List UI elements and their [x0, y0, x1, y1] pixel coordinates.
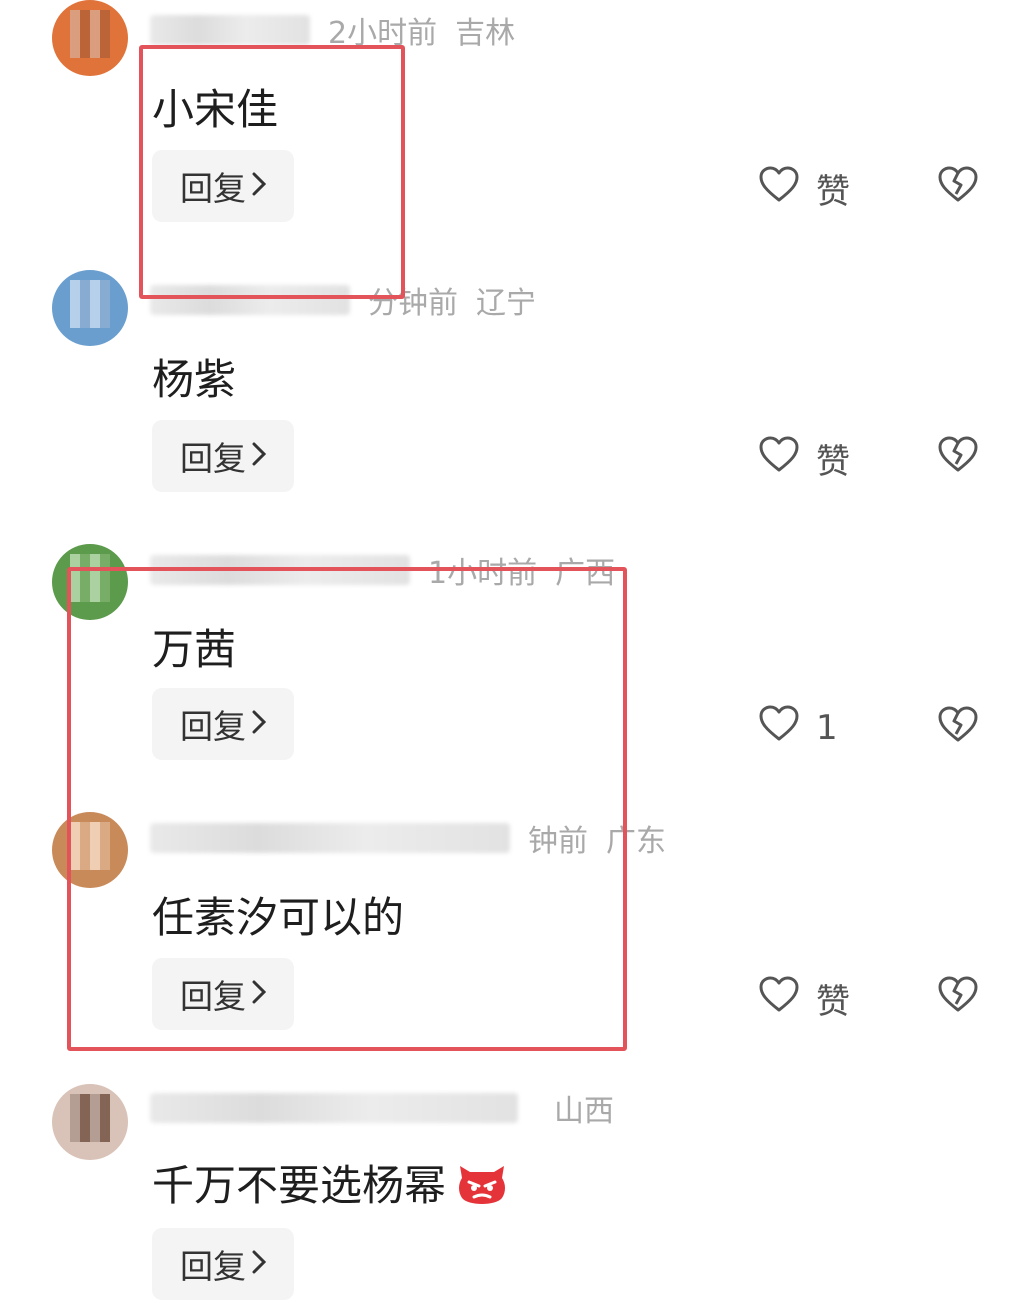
heart-outline-icon: [758, 704, 800, 751]
comment-location: 辽宁: [476, 286, 536, 321]
reply-button[interactable]: 回复: [152, 1228, 294, 1300]
dislike-button[interactable]: [936, 434, 980, 478]
broken-heart-icon: [936, 166, 980, 208]
comment-time: 钟前: [528, 824, 588, 859]
blurred-username[interactable]: [150, 555, 410, 585]
like-label: 赞: [816, 442, 850, 482]
comment-meta: 2小时前 吉林: [150, 10, 516, 51]
comment-meta: 分钟前 辽宁: [150, 280, 536, 321]
comment-text: 小宋佳: [152, 85, 279, 134]
dislike-button[interactable]: [936, 704, 980, 748]
avatar[interactable]: [52, 270, 128, 346]
chevron-right-icon: [252, 169, 267, 204]
reply-label: 回复: [180, 1247, 246, 1286]
comment-location: 山西: [554, 1094, 614, 1129]
comment-meta: 1小时前 广西: [150, 550, 616, 591]
like-button[interactable]: 赞: [758, 164, 850, 213]
like-button[interactable]: 1: [758, 704, 838, 751]
reply-button[interactable]: 回复: [152, 958, 294, 1030]
comment-location: 吉林: [455, 16, 516, 51]
blurred-username[interactable]: [150, 1093, 518, 1123]
dislike-button[interactable]: [936, 974, 980, 1018]
comment-text-row: 千万不要选杨幂: [152, 1152, 512, 1213]
highlight-box: [67, 567, 627, 1051]
broken-heart-icon: [936, 976, 980, 1018]
comment-text: 任素汐可以的: [152, 893, 405, 942]
reply-label: 回复: [180, 707, 246, 746]
chevron-right-icon: [252, 439, 267, 474]
reply-button[interactable]: 回复: [152, 688, 294, 760]
comment-text: 千万不要选杨幂: [152, 1161, 447, 1210]
like-count: 1: [816, 707, 838, 748]
chevron-right-icon: [252, 1247, 267, 1282]
blurred-username[interactable]: [150, 15, 310, 45]
blurred-username[interactable]: [150, 285, 350, 315]
comment-location: 广东: [606, 824, 666, 859]
avatar[interactable]: [52, 812, 128, 888]
comment-text: 杨紫: [152, 355, 237, 404]
reply-label: 回复: [180, 977, 246, 1016]
chevron-right-icon: [252, 707, 267, 742]
comment-location: 广西: [555, 556, 616, 591]
comment-time: 分钟前: [368, 286, 458, 321]
like-label: 赞: [816, 172, 850, 212]
comment-meta: 山西: [150, 1088, 614, 1129]
blurred-username[interactable]: [150, 823, 510, 853]
heart-outline-icon: [758, 435, 800, 482]
comment-text: 万茜: [152, 625, 237, 674]
broken-heart-icon: [936, 706, 980, 748]
heart-outline-icon: [758, 975, 800, 1022]
dislike-button[interactable]: [936, 164, 980, 208]
avatar[interactable]: [52, 1084, 128, 1160]
like-label: 赞: [816, 982, 850, 1022]
chevron-right-icon: [252, 977, 267, 1012]
reply-label: 回复: [180, 169, 246, 208]
avatar[interactable]: [52, 544, 128, 620]
reply-button[interactable]: 回复: [152, 420, 294, 492]
reply-label: 回复: [180, 439, 246, 478]
avatar[interactable]: [52, 0, 128, 76]
comment-time: 1小时前: [428, 556, 538, 591]
heart-outline-icon: [758, 165, 800, 212]
reply-button[interactable]: 回复: [152, 150, 294, 222]
comment-time: 2小时前: [328, 16, 438, 51]
comment-meta: 钟前 广东: [150, 818, 666, 859]
like-button[interactable]: 赞: [758, 434, 850, 483]
broken-heart-icon: [936, 436, 980, 478]
like-button[interactable]: 赞: [758, 974, 850, 1023]
angry-face-emoji: [452, 1156, 512, 1210]
